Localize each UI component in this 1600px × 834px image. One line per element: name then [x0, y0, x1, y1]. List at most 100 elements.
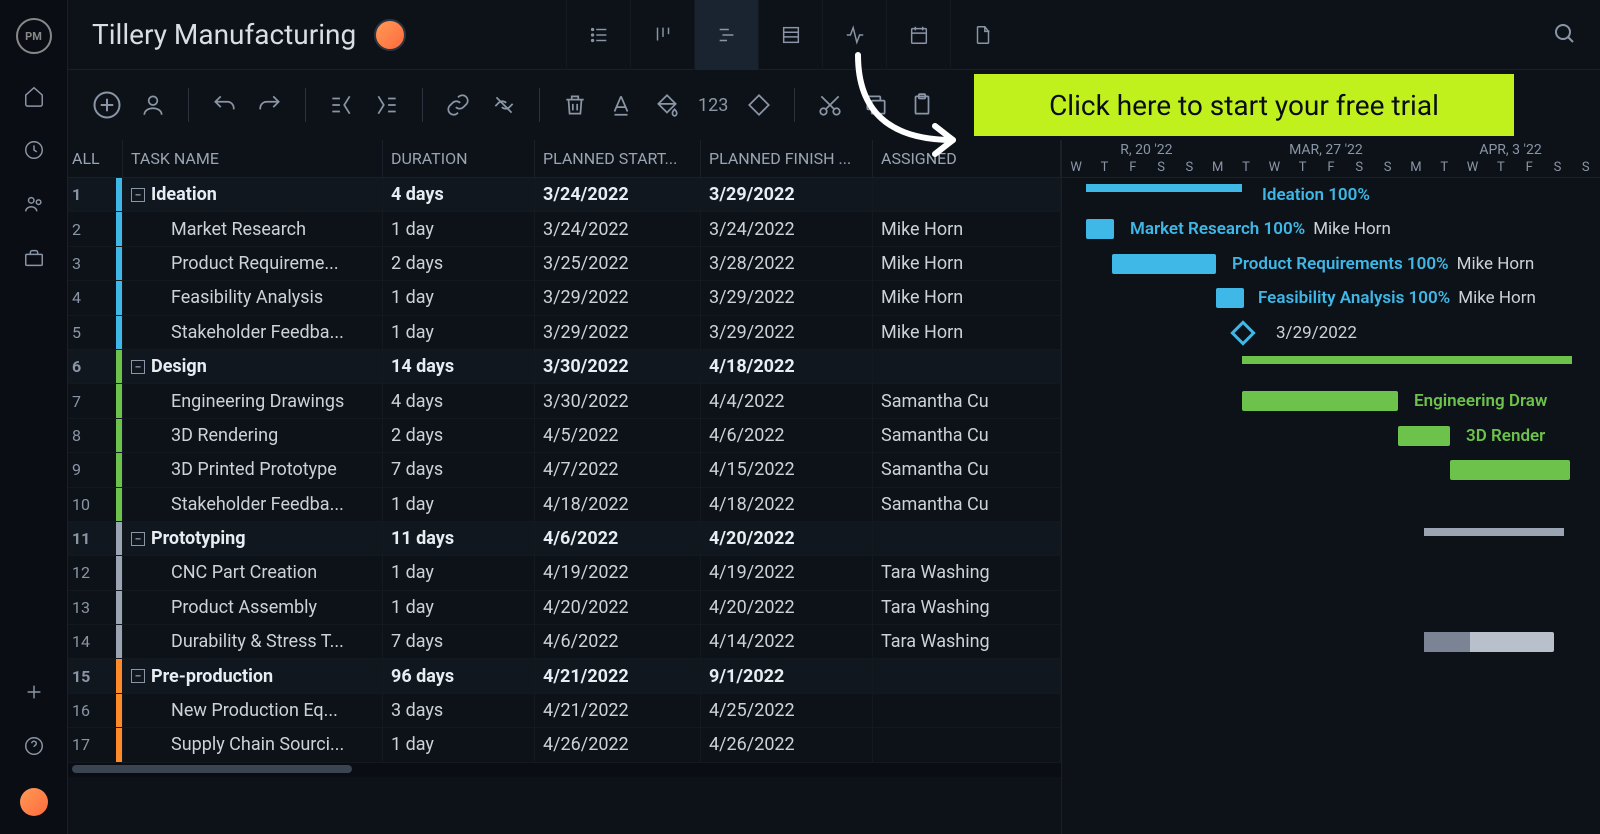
gantt-summary-bar[interactable]: [1086, 184, 1242, 192]
task-row[interactable]: 3 Product Requireme... 2 days 3/25/2022 …: [68, 247, 1061, 281]
user-avatar-small[interactable]: [20, 788, 48, 816]
gantt-row[interactable]: [1062, 728, 1600, 762]
delete-button[interactable]: [560, 90, 590, 120]
gantt-row[interactable]: [1062, 659, 1600, 693]
collapse-button[interactable]: −: [131, 669, 145, 683]
gantt-row[interactable]: 3/29/2022: [1062, 316, 1600, 350]
col-header-assigned[interactable]: ASSIGNED: [873, 140, 1061, 177]
view-file-icon[interactable]: [950, 0, 1014, 70]
team-icon[interactable]: [22, 192, 46, 216]
gantt-row[interactable]: [1062, 488, 1600, 522]
gantt-row[interactable]: [1062, 694, 1600, 728]
help-icon[interactable]: [22, 734, 46, 758]
free-trial-cta[interactable]: Click here to start your free trial: [974, 74, 1514, 136]
view-board-icon[interactable]: [630, 0, 694, 70]
collapse-button[interactable]: −: [131, 532, 145, 546]
clock-icon[interactable]: [22, 138, 46, 162]
project-avatar[interactable]: [374, 19, 406, 51]
copy-button[interactable]: [861, 90, 891, 120]
gantt-row[interactable]: [1062, 453, 1600, 487]
view-calendar-icon[interactable]: [886, 0, 950, 70]
add-task-button[interactable]: [92, 90, 122, 120]
timeline-day: W: [1062, 160, 1090, 175]
gantt-milestone[interactable]: [1230, 320, 1255, 345]
task-assignee: Tara Washing: [873, 556, 1061, 589]
row-number: 3: [72, 254, 81, 273]
gantt-row[interactable]: Ideation 100%: [1062, 178, 1600, 212]
gantt-row[interactable]: [1062, 591, 1600, 625]
gantt-summary-bar[interactable]: [1242, 356, 1572, 364]
view-list-icon[interactable]: [566, 0, 630, 70]
task-row[interactable]: 13 Product Assembly 1 day 4/20/2022 4/20…: [68, 591, 1061, 625]
gantt-bar[interactable]: [1424, 632, 1554, 652]
task-row[interactable]: 10 Stakeholder Feedba... 1 day 4/18/2022…: [68, 488, 1061, 522]
task-finish: 3/29/2022: [701, 281, 873, 314]
gantt-bar[interactable]: [1450, 460, 1570, 480]
fill-button[interactable]: [652, 90, 682, 120]
task-row[interactable]: 6 −Design 14 days 3/30/2022 4/18/2022: [68, 350, 1061, 384]
gantt-row[interactable]: Market Research 100%Mike Horn: [1062, 212, 1600, 246]
col-header-duration[interactable]: DURATION: [383, 140, 535, 177]
priority-button[interactable]: [744, 90, 774, 120]
unlink-button[interactable]: [489, 90, 519, 120]
gantt-bar[interactable]: [1086, 219, 1114, 239]
gantt-bar[interactable]: [1112, 254, 1216, 274]
text-style-button[interactable]: [606, 90, 636, 120]
gantt-bar-label: Product Requirements 100%Mike Horn: [1232, 254, 1534, 274]
view-activity-icon[interactable]: [822, 0, 886, 70]
task-row[interactable]: 17 Supply Chain Sourci... 1 day 4/26/202…: [68, 728, 1061, 762]
gantt-row[interactable]: 3D Render: [1062, 419, 1600, 453]
collapse-button[interactable]: −: [131, 188, 145, 202]
task-row[interactable]: 15 −Pre-production 96 days 4/21/2022 9/1…: [68, 659, 1061, 693]
task-row[interactable]: 12 CNC Part Creation 1 day 4/19/2022 4/1…: [68, 556, 1061, 590]
add-user-button[interactable]: [138, 90, 168, 120]
gantt-summary-bar[interactable]: [1424, 528, 1564, 536]
timeline-day: S: [1345, 160, 1373, 175]
gantt-row[interactable]: [1062, 556, 1600, 590]
gantt-row[interactable]: Feasibility Analysis 100%Mike Horn: [1062, 281, 1600, 315]
gantt-row[interactable]: [1062, 625, 1600, 659]
plus-icon[interactable]: [22, 680, 46, 704]
indent-button[interactable]: [372, 90, 402, 120]
task-row[interactable]: 2 Market Research 1 day 3/24/2022 3/24/2…: [68, 212, 1061, 246]
view-gantt-icon[interactable]: [694, 0, 758, 70]
col-header-name[interactable]: TASK NAME: [123, 140, 383, 177]
collapse-button[interactable]: −: [131, 360, 145, 374]
gantt-row[interactable]: Engineering Draw: [1062, 384, 1600, 418]
task-row[interactable]: 4 Feasibility Analysis 1 day 3/29/2022 3…: [68, 281, 1061, 315]
gantt-chart[interactable]: R, 20 '22MAR, 27 '22APR, 3 '22 WTFSSMTWT…: [1062, 140, 1600, 834]
link-button[interactable]: [443, 90, 473, 120]
briefcase-icon[interactable]: [22, 246, 46, 270]
col-header-all[interactable]: ALL: [68, 140, 123, 177]
task-row[interactable]: 14 Durability & Stress T... 7 days 4/6/2…: [68, 625, 1061, 659]
col-header-finish[interactable]: PLANNED FINISH ...: [701, 140, 873, 177]
col-header-start[interactable]: PLANNED START...: [535, 140, 701, 177]
timeline-day: S: [1543, 160, 1571, 175]
format-number-label[interactable]: 123: [698, 95, 728, 116]
gantt-row[interactable]: [1062, 350, 1600, 384]
task-row[interactable]: 7 Engineering Drawings 4 days 3/30/2022 …: [68, 384, 1061, 418]
task-row[interactable]: 11 −Prototyping 11 days 4/6/2022 4/20/20…: [68, 522, 1061, 556]
search-icon[interactable]: [1552, 21, 1576, 49]
view-sheet-icon[interactable]: [758, 0, 822, 70]
gantt-bar[interactable]: [1398, 426, 1450, 446]
paste-button[interactable]: [907, 90, 937, 120]
task-row[interactable]: 9 3D Printed Prototype 7 days 4/7/2022 4…: [68, 453, 1061, 487]
task-start: 3/25/2022: [535, 247, 701, 280]
grid-h-scrollbar[interactable]: [68, 763, 1061, 777]
task-row[interactable]: 1 −Ideation 4 days 3/24/2022 3/29/2022: [68, 178, 1061, 212]
gantt-bar[interactable]: [1242, 391, 1398, 411]
outdent-button[interactable]: [326, 90, 356, 120]
task-start: 4/21/2022: [535, 694, 701, 727]
home-icon[interactable]: [22, 84, 46, 108]
gantt-row[interactable]: [1062, 522, 1600, 556]
task-row[interactable]: 8 3D Rendering 2 days 4/5/2022 4/6/2022 …: [68, 419, 1061, 453]
gantt-row[interactable]: Product Requirements 100%Mike Horn: [1062, 247, 1600, 281]
task-row[interactable]: 5 Stakeholder Feedba... 1 day 3/29/2022 …: [68, 316, 1061, 350]
undo-button[interactable]: [209, 90, 239, 120]
gantt-bar[interactable]: [1216, 288, 1244, 308]
task-row[interactable]: 16 New Production Eq... 3 days 4/21/2022…: [68, 694, 1061, 728]
cut-button[interactable]: [815, 90, 845, 120]
app-logo[interactable]: PM: [16, 18, 52, 54]
redo-button[interactable]: [255, 90, 285, 120]
